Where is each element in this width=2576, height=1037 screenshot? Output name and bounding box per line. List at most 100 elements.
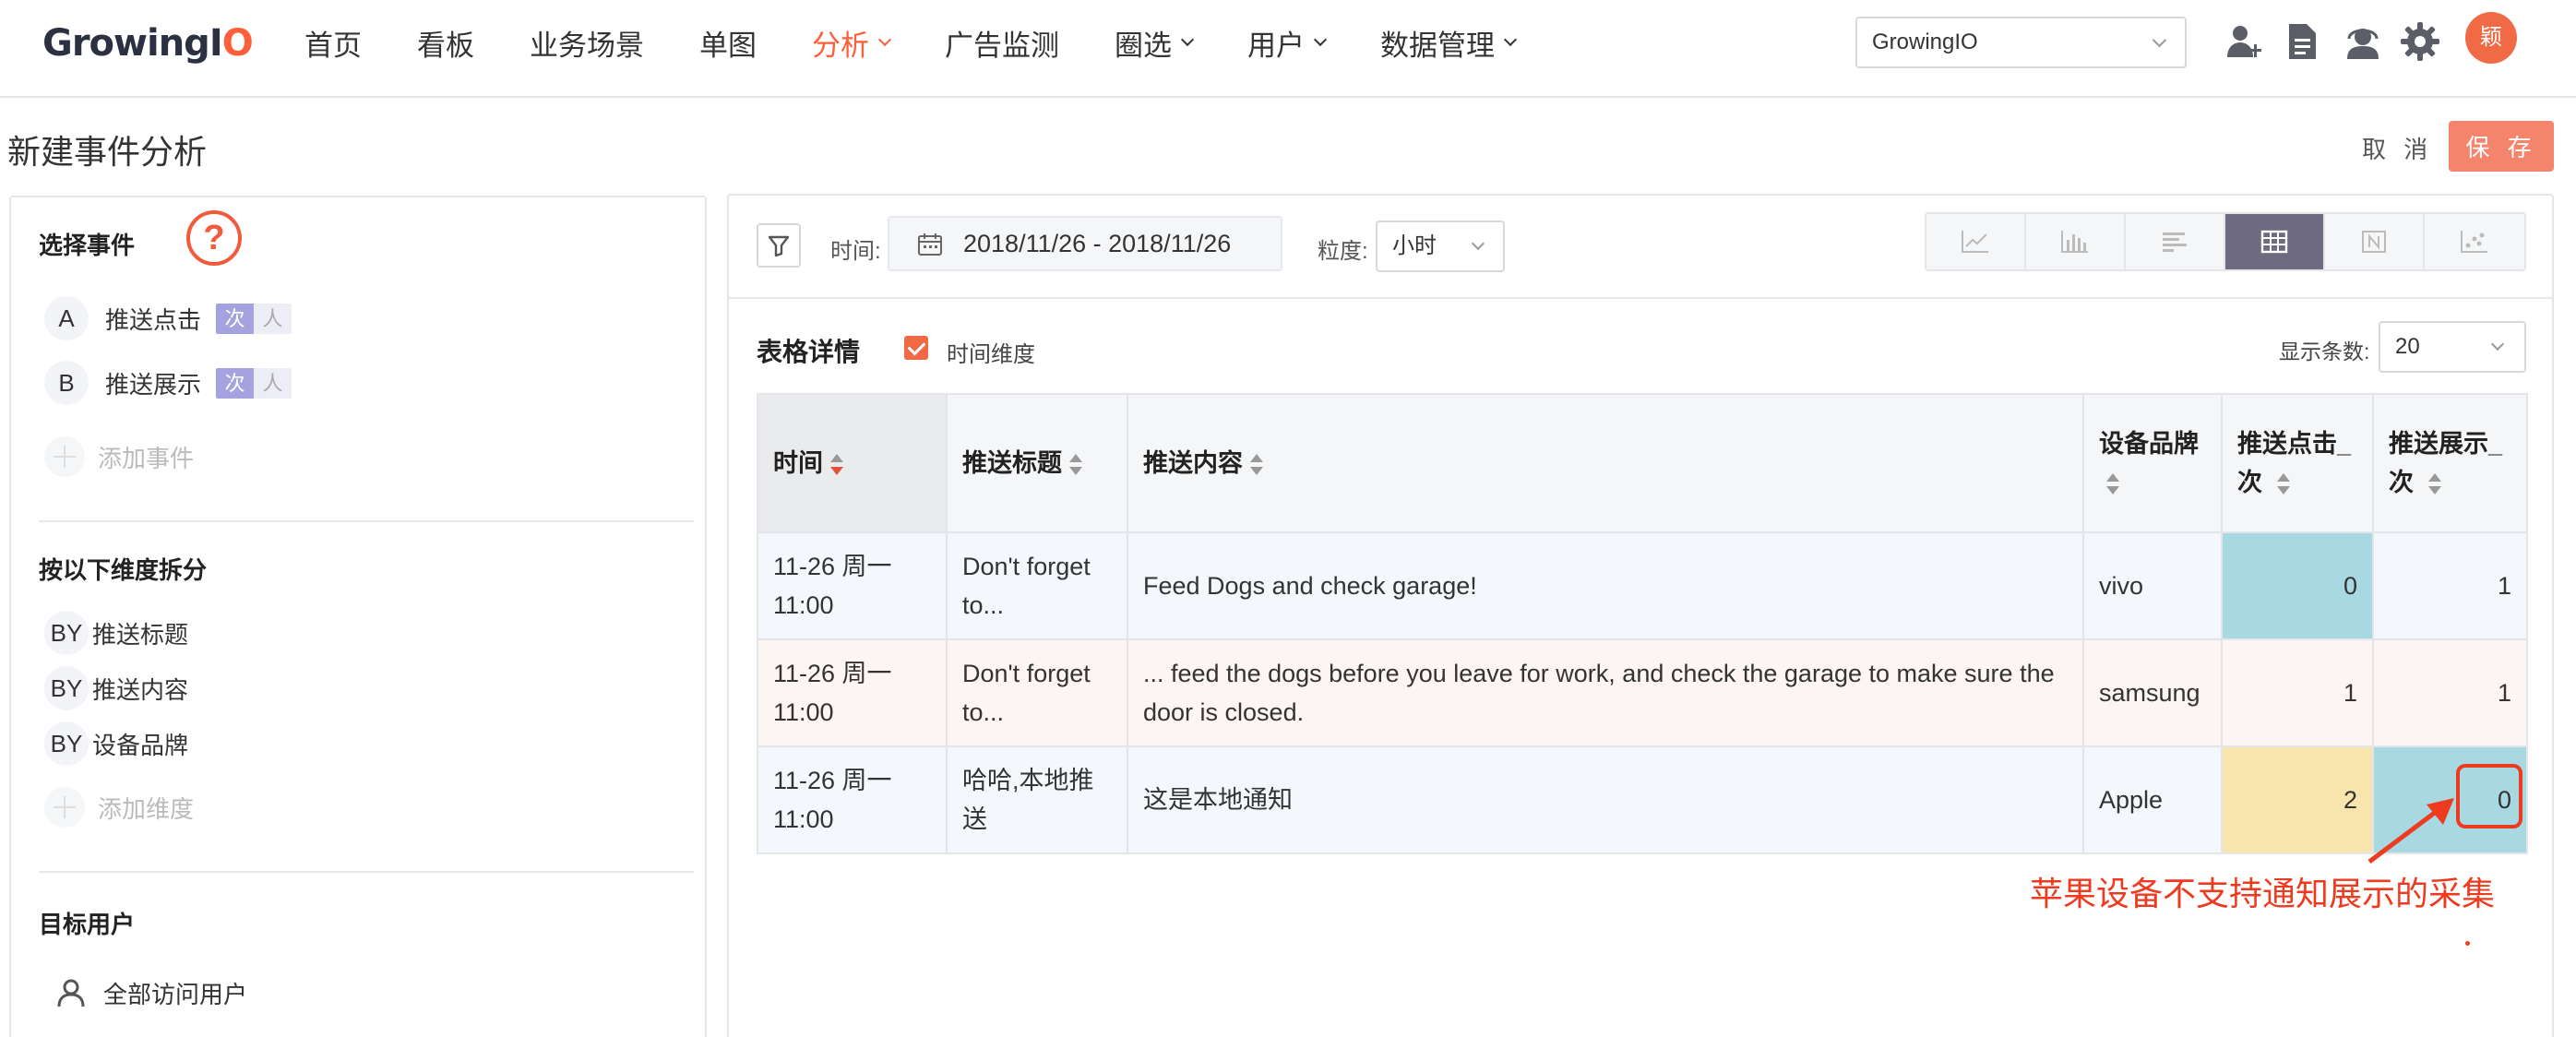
divider	[729, 297, 2552, 299]
event-item-b[interactable]: B 推送展示 次 人	[44, 360, 292, 406]
chevron-down-icon	[1503, 32, 1518, 47]
column-header-push-clicks[interactable]: 推送点击_次	[2221, 393, 2374, 533]
date-range-value: 2018/11/26 - 2018/11/26	[963, 230, 1232, 257]
event-item-a[interactable]: A 推送点击 次 人	[44, 295, 292, 341]
sort-icon[interactable]	[2276, 471, 2290, 497]
cell-push-clicks: 2	[2221, 745, 2374, 854]
time-dimension-label: 时间维度	[947, 342, 1035, 367]
nav-analysis[interactable]: 分析	[812, 22, 892, 64]
target-user-item[interactable]: 全部访问用户	[55, 972, 247, 1013]
dimension-label: 推送内容	[92, 675, 189, 704]
unit-toggle[interactable]: 次 人	[216, 303, 292, 334]
sort-icon[interactable]	[2106, 471, 2119, 497]
dimension-item[interactable]: BY 推送标题	[44, 611, 188, 655]
column-header-push-title[interactable]: 推送标题	[946, 393, 1128, 533]
cancel-button[interactable]: 取 消	[2362, 131, 2433, 165]
dimension-label: 设备品牌	[92, 731, 189, 759]
table-view-button[interactable]	[2225, 214, 2325, 269]
save-button[interactable]: 保 存	[2449, 121, 2554, 172]
cell-push-title: 哈哈,本地推送	[946, 745, 1128, 854]
line-chart-button[interactable]	[1926, 214, 2026, 269]
horizontal-bar-button[interactable]	[2126, 214, 2225, 269]
column-header-push-content[interactable]: 推送内容	[1127, 393, 2084, 533]
unit-people-option[interactable]: 人	[254, 303, 292, 334]
add-event-label: 添加事件	[98, 444, 195, 472]
column-header-device-brand[interactable]: 设备品牌	[2082, 393, 2223, 533]
settings-icon[interactable]	[2399, 20, 2441, 63]
cell-time: 11-26 周一 11:00	[757, 638, 948, 747]
column-header-time[interactable]: 时间	[757, 393, 948, 533]
user-icon	[57, 979, 85, 1007]
filter-icon	[768, 235, 790, 257]
time-dimension-checkbox[interactable]	[904, 336, 928, 360]
chevron-down-icon	[877, 32, 892, 47]
chevron-down-icon	[1180, 32, 1195, 47]
sort-icon[interactable]	[2427, 471, 2441, 497]
table-row: 11-26 周一 11:00 Don't forget to... ... fe…	[757, 638, 2528, 747]
cell-push-clicks: 1	[2221, 638, 2374, 747]
horizontal-bar-icon	[2163, 232, 2187, 252]
unit-times-option[interactable]: 次	[216, 367, 255, 399]
sort-icon[interactable]	[1069, 452, 1082, 478]
document-icon[interactable]	[2281, 20, 2323, 63]
left-config-panel: 选择事件 ? A 推送点击 次 人 B 推送展示 次 人 添加事件 按以下维度拆…	[9, 196, 707, 1037]
dimension-item[interactable]: BY 设备品牌	[44, 721, 188, 766]
nav-users[interactable]: 用户	[1247, 22, 1328, 64]
target-user-label: 全部访问用户	[103, 980, 248, 1008]
page-title: 新建事件分析	[7, 133, 208, 171]
table-icon	[2260, 230, 2288, 254]
cell-time: 11-26 周一 11:00	[757, 745, 948, 854]
target-users-title: 目标用户	[39, 911, 136, 938]
unit-toggle[interactable]: 次 人	[216, 367, 292, 399]
sort-icon[interactable]	[830, 452, 843, 478]
cell-push-content: 这是本地通知	[1127, 745, 2084, 854]
granularity-select[interactable]: 小时	[1376, 221, 1505, 272]
chevron-down-icon	[2490, 337, 2505, 352]
growingio-logo[interactable]: GrowingIO	[42, 20, 254, 66]
sort-icon[interactable]	[1250, 452, 1263, 478]
unit-times-option[interactable]: 次	[216, 303, 255, 334]
nav-dashboard[interactable]: 看板	[417, 22, 474, 64]
divider	[39, 520, 694, 522]
bar-chart-icon	[2061, 231, 2088, 253]
filter-button[interactable]	[757, 223, 801, 268]
bar-chart-button[interactable]	[2026, 214, 2126, 269]
avatar[interactable]: 颖	[2465, 12, 2517, 64]
scatter-view-button[interactable]	[2425, 214, 2524, 269]
add-event-button[interactable]: 添加事件	[44, 434, 194, 480]
dimension-item[interactable]: BY 推送内容	[44, 666, 188, 710]
event-letter-badge: A	[44, 296, 89, 340]
project-select[interactable]: GrowingIO	[1855, 17, 2187, 68]
chevron-down-icon	[2152, 32, 2167, 48]
dimension-label: 推送标题	[92, 620, 189, 649]
help-icon: ?	[186, 210, 242, 266]
scatter-icon	[2461, 231, 2487, 253]
granularity-label: 粒度:	[1318, 239, 1368, 264]
calendar-icon	[918, 233, 942, 256]
unit-people-option[interactable]: 人	[254, 367, 292, 399]
rows-count-select[interactable]: 20	[2379, 321, 2526, 373]
nav-ad-tracking[interactable]: 广告监测	[945, 22, 1059, 64]
by-tag: BY	[44, 721, 89, 766]
plus-icon	[44, 787, 85, 828]
nav-charts[interactable]: 单图	[699, 22, 757, 64]
cell-device-brand: Apple	[2082, 745, 2223, 854]
dimensions-section-title: 按以下维度拆分	[39, 556, 208, 584]
time-label: 时间:	[830, 239, 881, 264]
cell-push-shows: 1	[2372, 638, 2528, 747]
main-nav: 首页 看板 业务场景 单图 分析 广告监测 圈选 用户 数据管理	[304, 0, 1570, 85]
nav-data-management[interactable]: 数据管理	[1380, 22, 1518, 64]
chevron-down-icon	[1313, 32, 1328, 47]
add-dimension-button[interactable]: 添加维度	[44, 784, 194, 830]
nav-scenarios[interactable]: 业务场景	[530, 22, 644, 64]
column-header-push-shows[interactable]: 推送展示_次	[2372, 393, 2528, 533]
date-range-picker[interactable]: 2018/11/26 - 2018/11/26	[888, 216, 1282, 271]
nav-home[interactable]: 首页	[304, 22, 362, 64]
add-user-icon[interactable]	[2224, 20, 2266, 63]
number-view-button[interactable]	[2325, 214, 2425, 269]
rows-count-label: 显示条数:	[2279, 340, 2370, 364]
nav-circle-select[interactable]: 圈选	[1115, 22, 1195, 64]
chart-type-switcher	[1925, 212, 2526, 271]
support-icon[interactable]	[2342, 20, 2384, 63]
line-chart-icon	[1962, 231, 1988, 253]
